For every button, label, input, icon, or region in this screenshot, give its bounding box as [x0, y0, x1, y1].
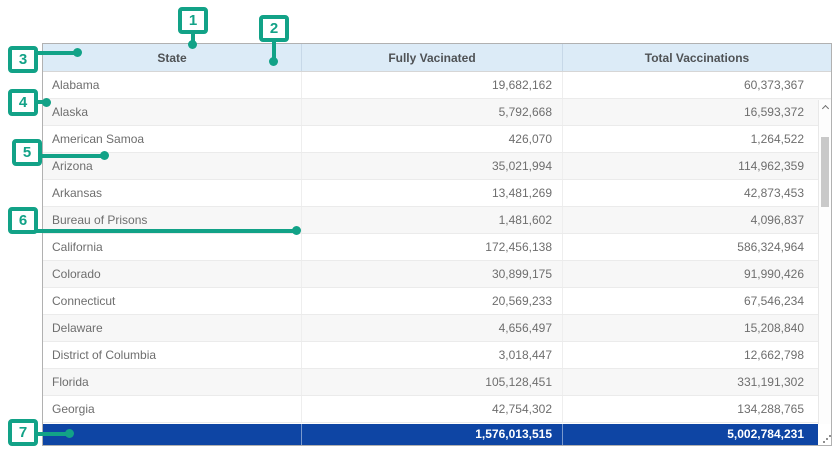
vertical-scrollbar[interactable] — [818, 100, 831, 424]
fully-vaccinated-cell: 172,456,138 — [301, 234, 562, 260]
scroll-up-button[interactable] — [819, 100, 831, 114]
state-cell: Florida — [43, 369, 301, 395]
total-vaccinations-cell: 42,873,453 — [562, 180, 831, 206]
callout-7-marker: 7 — [8, 419, 38, 446]
callout-5-line — [40, 154, 104, 158]
callout-1-marker: 1 — [178, 7, 208, 34]
table-row[interactable]: Colorado30,899,17591,990,426 — [43, 261, 831, 288]
callout-4-marker: 4 — [8, 89, 38, 116]
state-cell: Alabama — [43, 72, 301, 98]
callout-2-dot — [269, 57, 278, 66]
annotated-table-screenshot: State Fully Vacinated Total Vaccinations… — [0, 0, 833, 453]
table-row[interactable]: Alabama19,682,16260,373,367 — [43, 72, 831, 99]
total-vaccinations-cell: 4,096,837 — [562, 207, 831, 233]
state-cell: Georgia — [43, 396, 301, 422]
fully-vaccinated-cell: 20,569,233 — [301, 288, 562, 314]
scrollbar-thumb[interactable] — [821, 137, 829, 207]
total-vaccinations-cell: 15,208,840 — [562, 315, 831, 341]
table-row[interactable]: California172,456,138586,324,964 — [43, 234, 831, 261]
table-row[interactable]: Alaska5,792,66816,593,372 — [43, 99, 831, 126]
callout-1-dot — [188, 40, 197, 49]
chevron-up-icon — [821, 105, 828, 112]
fully-vaccinated-cell: 1,481,602 — [301, 207, 562, 233]
total-vaccinations-cell: 91,990,426 — [562, 261, 831, 287]
callout-6-marker: 6 — [8, 207, 38, 234]
callout-3-marker: 3 — [8, 46, 38, 73]
total-vaccinations-cell: 12,662,798 — [562, 342, 831, 368]
total-vaccinations-cell: 16,593,372 — [562, 99, 831, 125]
fully-vaccinated-cell: 19,682,162 — [301, 72, 562, 98]
resize-grip-icon — [826, 438, 828, 440]
table-row[interactable]: Arkansas13,481,26942,873,453 — [43, 180, 831, 207]
fully-vaccinated-cell: 13,481,269 — [301, 180, 562, 206]
table-row[interactable]: American Samoa426,0701,264,522 — [43, 126, 831, 153]
state-cell: Colorado — [43, 261, 301, 287]
total-row: 1,576,013,515 5,002,784,231 — [43, 424, 818, 445]
total-vaccinations-cell: 586,324,964 — [562, 234, 831, 260]
callout-6-dot — [292, 226, 301, 235]
total-vaccinations-cell: 331,191,302 — [562, 369, 831, 395]
table-row[interactable]: Arizona35,021,994114,962,359 — [43, 153, 831, 180]
callout-2-marker: 2 — [259, 15, 289, 42]
column-header-fully-vaccinated[interactable]: Fully Vacinated — [301, 44, 562, 71]
total-vaccinations-cell: 134,288,765 — [562, 396, 831, 422]
state-cell: Delaware — [43, 315, 301, 341]
state-cell: Connecticut — [43, 288, 301, 314]
state-cell: American Samoa — [43, 126, 301, 152]
fully-vaccinated-cell: 105,128,451 — [301, 369, 562, 395]
callout-5-dot — [100, 151, 109, 160]
state-cell: California — [43, 234, 301, 260]
table-row[interactable]: Georgia42,754,302134,288,765 — [43, 396, 831, 423]
fully-vaccinated-cell: 30,899,175 — [301, 261, 562, 287]
fully-vaccinated-cell: 5,792,668 — [301, 99, 562, 125]
fully-vaccinated-cell: 42,754,302 — [301, 396, 562, 422]
total-vaccinations-cell: 1,264,522 — [562, 126, 831, 152]
table-row[interactable]: Connecticut20,569,23367,546,234 — [43, 288, 831, 315]
total-vaccinations-cell: 60,373,367 — [562, 72, 831, 98]
table-row[interactable]: Delaware4,656,49715,208,840 — [43, 315, 831, 342]
callout-3-line — [36, 51, 78, 55]
table-header-row: State Fully Vacinated Total Vaccinations — [43, 44, 831, 72]
callout-7-dot — [65, 429, 74, 438]
total-vaccinations-cell: 67,546,234 — [562, 288, 831, 314]
fully-vaccinated-cell: 35,021,994 — [301, 153, 562, 179]
fully-vaccinated-cell: 3,018,447 — [301, 342, 562, 368]
fully-vaccinated-cell: 4,656,497 — [301, 315, 562, 341]
total-total-vaccinations: 5,002,784,231 — [562, 424, 818, 445]
table-row[interactable]: District of Columbia3,018,44712,662,798 — [43, 342, 831, 369]
state-cell: Arkansas — [43, 180, 301, 206]
state-cell: Alaska — [43, 99, 301, 125]
callout-3-dot — [73, 48, 82, 57]
column-header-state[interactable]: State — [43, 44, 301, 71]
total-row-label-cell — [43, 424, 301, 445]
vaccination-table: State Fully Vacinated Total Vaccinations… — [42, 43, 832, 446]
fully-vaccinated-cell: 426,070 — [301, 126, 562, 152]
table-row[interactable]: Florida105,128,451331,191,302 — [43, 369, 831, 396]
column-header-total-vaccinations[interactable]: Total Vaccinations — [562, 44, 831, 71]
total-vaccinations-cell: 114,962,359 — [562, 153, 831, 179]
table-body: Alabama19,682,16260,373,367Alaska5,792,6… — [43, 72, 831, 424]
state-cell: District of Columbia — [43, 342, 301, 368]
callout-6-line — [36, 229, 296, 233]
callout-5-marker: 5 — [12, 139, 42, 166]
total-fully-vaccinated: 1,576,013,515 — [301, 424, 562, 445]
callout-4-dot — [42, 98, 51, 107]
